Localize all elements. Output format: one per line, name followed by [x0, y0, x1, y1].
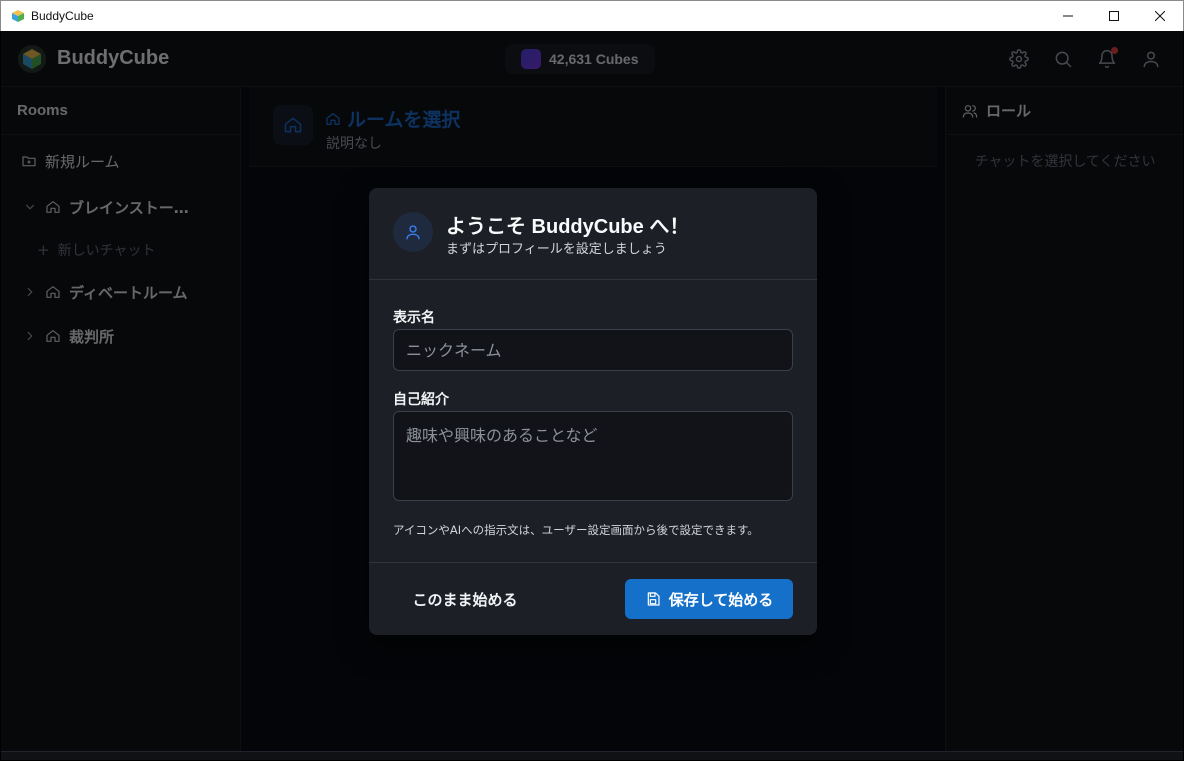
roles-header: ロール [946, 87, 1183, 135]
user-icon [1143, 51, 1159, 68]
room-header: ルームを選択 説明なし [249, 87, 937, 167]
save-button-label: 保存して始める [668, 590, 774, 609]
brand-name: BuddyCube [57, 47, 170, 69]
save-and-start-button[interactable]: 保存して始める [625, 579, 793, 619]
new-chat-button[interactable]: + 新しいチャット [1, 235, 241, 265]
dialog-subtitle: まずはプロフィールを設定しましょう [446, 242, 667, 257]
chevron-right-icon [27, 331, 33, 341]
display-name-label: 表示名 [393, 310, 435, 326]
skip-button[interactable]: このまま始める [393, 579, 537, 619]
bio-label: 自己紹介 [393, 392, 449, 408]
settings-button[interactable] [1007, 47, 1031, 71]
window-controls [1045, 1, 1183, 31]
rooms-sidebar: Rooms 新規ルーム ブレインストー… + 新しいチャット ディベートルーム … [1, 87, 241, 760]
room-title: ルームを選択 [325, 105, 460, 132]
room-icon [273, 105, 313, 145]
cube-currency-icon [521, 49, 541, 69]
welcome-profile-dialog: ようこそ BuddyCube へ！ まずはプロフィールを設定しましょう 表示名 … [369, 188, 817, 635]
home-icon [46, 330, 60, 342]
dialog-footer: このまま始める 保存して始める [369, 562, 817, 635]
home-icon [46, 286, 60, 298]
dialog-title: ようこそ BuddyCube へ！ [446, 216, 690, 238]
room-title-text: ルームを選択 [347, 109, 461, 131]
user-menu-button[interactable] [1139, 47, 1163, 71]
bio-textarea[interactable] [393, 411, 793, 501]
minimize-icon [1063, 15, 1073, 17]
window-bottom-edge [1, 751, 1183, 760]
home-icon [46, 201, 60, 213]
new-room-label: 新規ルーム [45, 152, 120, 171]
app-cube-icon [12, 10, 24, 22]
new-room-button[interactable]: 新規ルーム [1, 146, 241, 176]
sidebar-item-debate[interactable]: ディベートルーム [1, 277, 241, 307]
home-icon [326, 112, 340, 125]
sidebar-item-label: 裁判所 [69, 327, 115, 346]
cubes-balance[interactable]: 42,631 Cubes [505, 44, 655, 74]
room-description: 説明なし [326, 136, 382, 152]
maximize-button[interactable] [1091, 1, 1137, 31]
sidebar-title: Rooms [1, 87, 240, 135]
settings-hint: アイコンやAIへの指示文は、ユーザー設定画面から後で設定できます。 [393, 523, 759, 537]
chevron-down-icon [25, 204, 35, 210]
save-icon [647, 592, 660, 606]
dialog-header: ようこそ BuddyCube へ！ まずはプロフィールを設定しましょう [369, 188, 817, 280]
window-titlebar: BuddyCube [0, 0, 1184, 31]
folder-plus-icon [22, 156, 36, 167]
display-name-input[interactable] [393, 329, 793, 371]
buddycube-logo [18, 45, 46, 73]
roles-panel: ロール チャットを選択してください [945, 87, 1183, 760]
sidebar-item-label: ブレインストー… [69, 198, 189, 217]
sidebar-item-court[interactable]: 裁判所 [1, 321, 241, 351]
window-title: BuddyCube [31, 9, 94, 23]
sidebar-item-brainstorm[interactable]: ブレインストー… [1, 192, 241, 222]
new-chat-label: 新しいチャット [57, 243, 156, 259]
notifications-button[interactable] [1095, 47, 1119, 71]
notification-dot [1111, 47, 1118, 54]
minimize-button[interactable] [1045, 1, 1091, 31]
roles-empty-message: チャットを選択してください [974, 154, 1156, 170]
home-icon [284, 117, 302, 133]
search-icon [1055, 51, 1072, 68]
profile-avatar [393, 212, 433, 252]
user-icon [406, 225, 420, 240]
app-header: BuddyCube 42,631 Cubes [1, 31, 1183, 87]
chevron-right-icon [27, 287, 33, 297]
cubes-count: 42,631 Cubes [549, 51, 639, 67]
maximize-icon [1109, 11, 1119, 21]
search-button[interactable] [1051, 47, 1075, 71]
close-icon [1155, 11, 1165, 21]
sidebar-item-label: ディベートルーム [69, 283, 188, 302]
plus-icon: + [37, 241, 50, 259]
users-icon [962, 104, 978, 118]
gear-icon [1009, 49, 1029, 69]
roles-title: ロール [986, 102, 1032, 120]
close-window-button[interactable] [1137, 1, 1183, 31]
